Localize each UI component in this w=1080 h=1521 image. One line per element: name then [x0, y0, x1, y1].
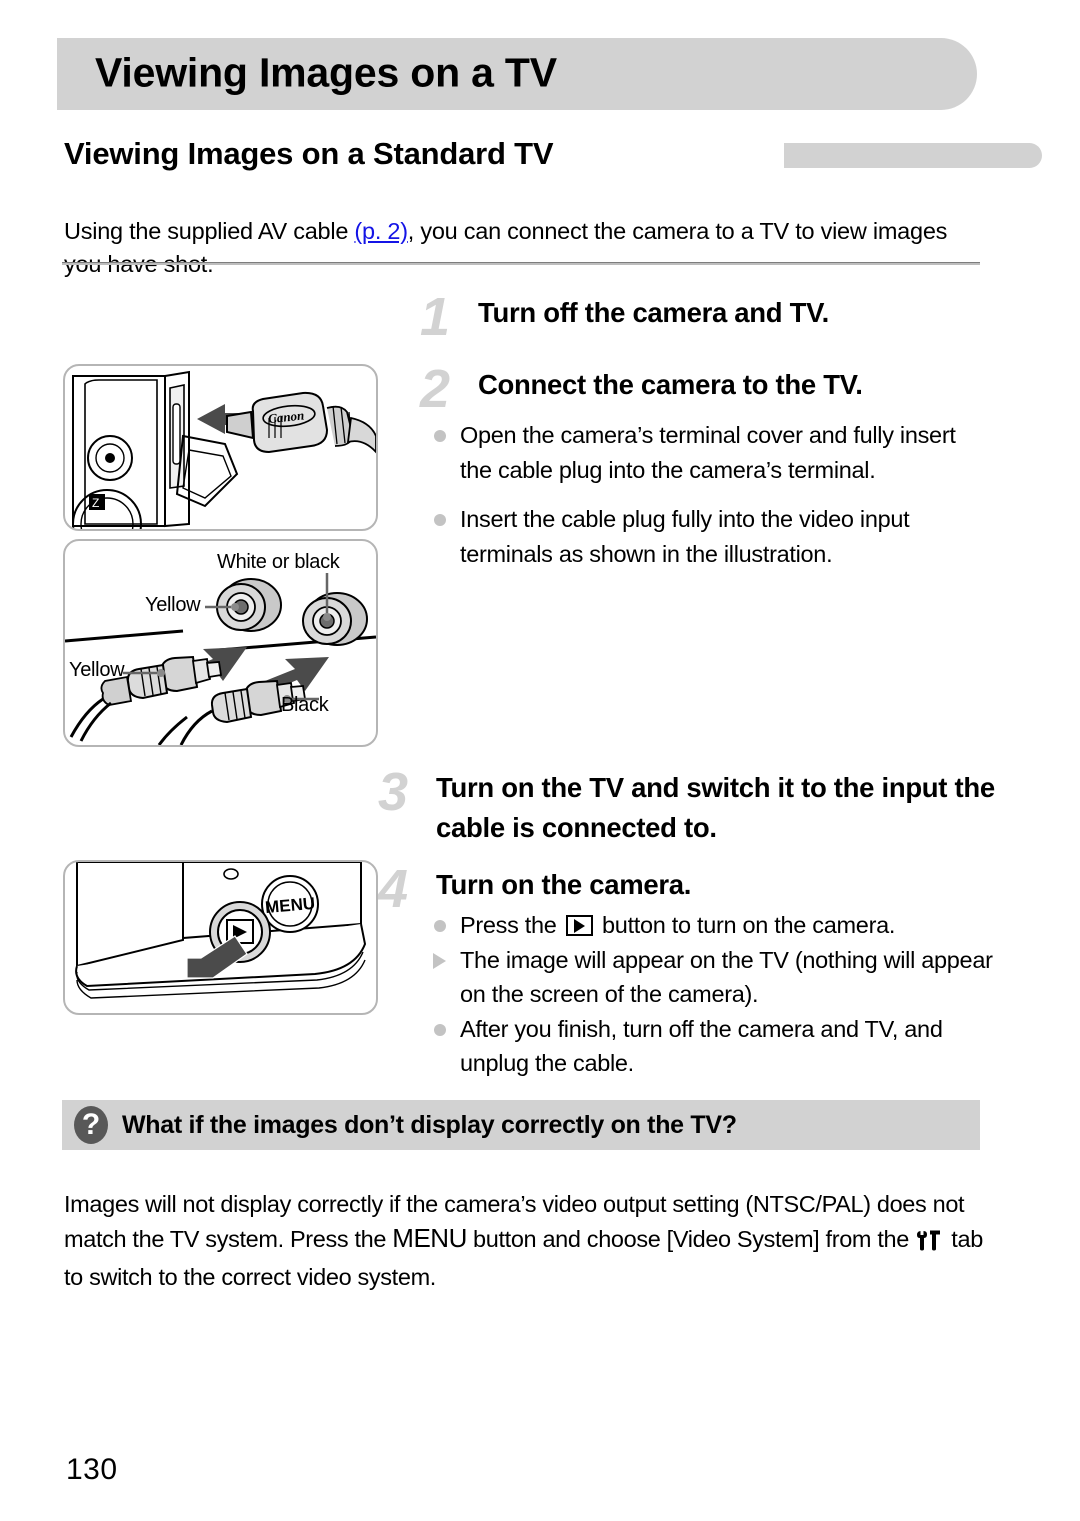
svg-text:Z: Z — [92, 496, 99, 510]
section-heading: Viewing Images on a Standard TV — [64, 136, 1042, 180]
bullet-text: After you finish, turn off the camera an… — [460, 1015, 943, 1077]
label-black-plug: Black — [281, 694, 329, 716]
page-number: 130 — [66, 1453, 118, 1486]
question-mark-icon: ? — [74, 1106, 108, 1144]
step-1-number: 1 — [420, 287, 451, 347]
faq-header: ? What if the images don’t display corre… — [62, 1100, 980, 1150]
step-2-bullets: Open the camera’s terminal cover and ful… — [428, 418, 993, 571]
bullet-dot-icon — [434, 920, 446, 932]
bullet-dot-icon — [434, 1023, 446, 1036]
bullet-text-before-icon: Press the — [460, 912, 563, 938]
faq-answer: Images will not display correctly if the… — [64, 1187, 989, 1294]
label-yellow-plug: Yellow — [69, 659, 125, 681]
illustration-playback-button: MENU — [63, 860, 378, 1015]
playback-button-diagram: MENU — [75, 862, 367, 999]
list-item: The image will appear on the TV (nothing… — [428, 943, 998, 1012]
list-item: Open the camera’s terminal cover and ful… — [428, 418, 993, 487]
bullet-dot-icon — [434, 430, 446, 442]
bullet-text: Open the camera’s terminal cover and ful… — [460, 422, 956, 483]
step-4-title: Turn on the camera. — [436, 869, 692, 900]
page-title: Viewing Images on a TV — [95, 49, 557, 96]
camera-terminal-diagram: Z Canon — [72, 370, 376, 529]
bullet-dot-icon — [434, 514, 446, 526]
playback-button-icon — [565, 915, 593, 936]
bullet-triangle-icon — [433, 952, 446, 969]
bullet-text: Insert the cable plug fully into the vid… — [460, 506, 910, 567]
step-3-number: 3 — [378, 762, 409, 822]
section-title: Viewing Images on a Standard TV — [64, 136, 554, 171]
list-item: Insert the cable plug fully into the vid… — [428, 502, 993, 571]
illustration-camera-terminal: Z Canon — [63, 364, 378, 531]
menu-button-glyph: MENU — [392, 1222, 467, 1253]
section-divider — [62, 262, 980, 265]
step-1-title: Turn off the camera and TV. — [478, 297, 829, 328]
faq-answer-part2: button and choose [Video System] from th… — [466, 1225, 916, 1252]
intro-text-before: Using the supplied AV cable — [64, 217, 355, 244]
faq-question: What if the images don’t display correct… — [122, 1110, 737, 1139]
page-reference-link[interactable]: (p. 2) — [354, 218, 408, 244]
chapter-title-bar: Viewing Images on a TV — [57, 38, 977, 110]
settings-tab-icon — [915, 1226, 945, 1260]
step-4-number: 4 — [378, 859, 409, 919]
section-accent-bar — [784, 143, 1042, 168]
step-4-bullets: Press the button to turn on the camera. … — [428, 908, 998, 1081]
list-item: Press the button to turn on the camera. — [428, 908, 998, 943]
step-2-number: 2 — [420, 359, 451, 419]
label-white-or-black: White or black — [217, 551, 340, 573]
illustration-av-plugs: White or black Yellow Yellow Black — [63, 539, 378, 747]
intro-paragraph: Using the supplied AV cable (p. 2), you … — [64, 215, 979, 281]
step-2-title: Connect the camera to the TV. — [478, 369, 863, 400]
bullet-text-after-icon: button to turn on the camera. — [595, 912, 896, 938]
label-yellow-jack: Yellow — [145, 594, 201, 616]
bullet-text: The image will appear on the TV (nothing… — [460, 946, 993, 1008]
step-3-title: Turn on the TV and switch it to the inpu… — [436, 772, 995, 843]
list-item: After you finish, turn off the camera an… — [428, 1012, 998, 1081]
